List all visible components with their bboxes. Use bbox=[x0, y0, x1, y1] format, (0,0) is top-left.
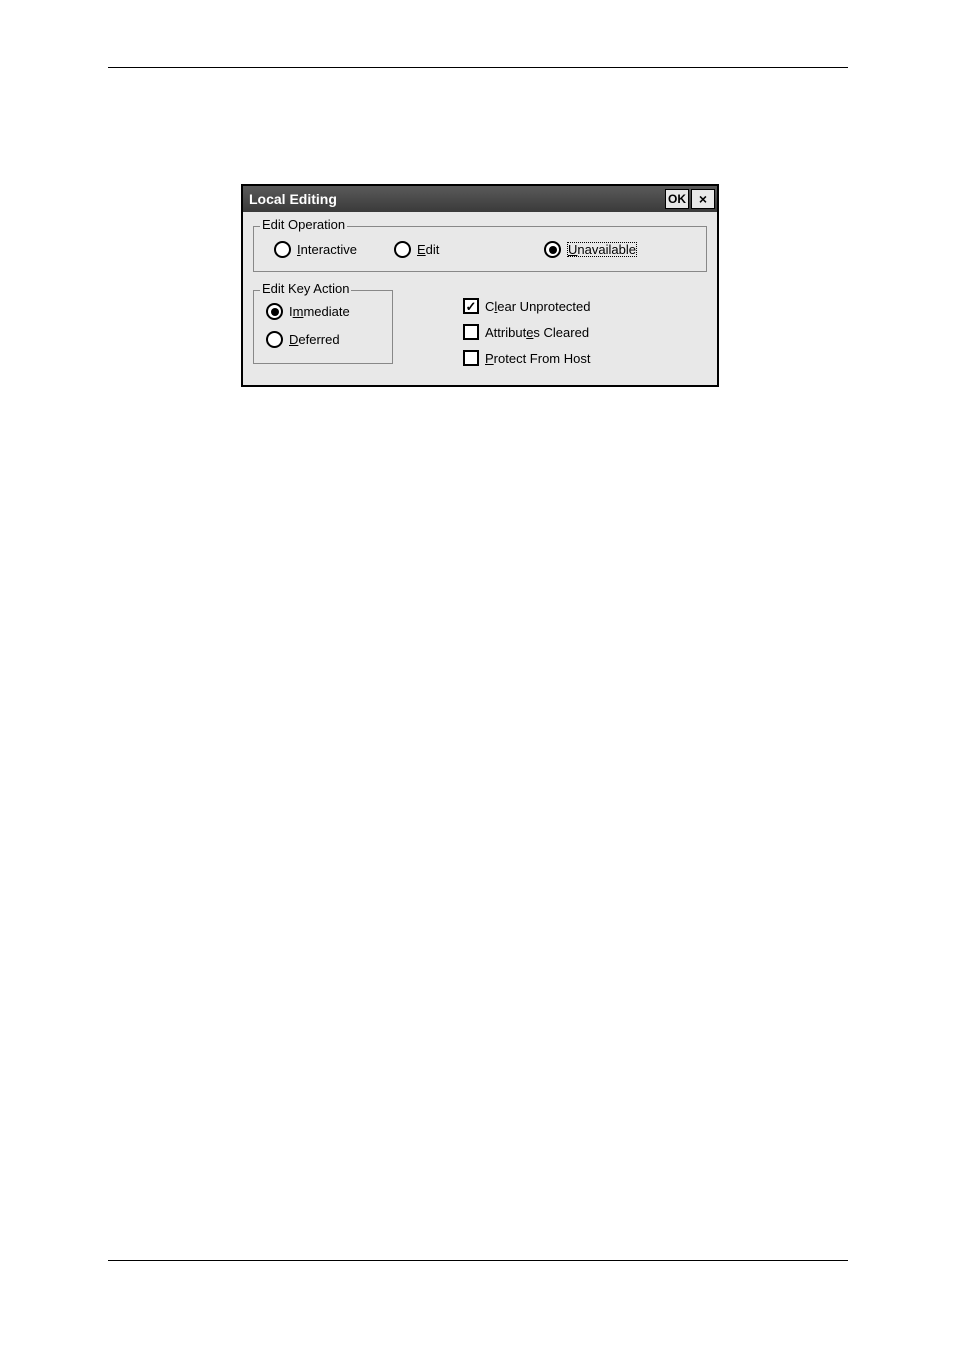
radio-interactive[interactable]: Interactive bbox=[274, 241, 357, 258]
radio-label: Deferred bbox=[289, 332, 340, 347]
radio-label: Interactive bbox=[297, 242, 357, 257]
close-button[interactable]: × bbox=[691, 189, 715, 209]
radio-icon bbox=[394, 241, 411, 258]
checkbox-attributes-cleared[interactable]: Attributes Cleared bbox=[463, 324, 589, 340]
radio-label: Edit bbox=[417, 242, 439, 257]
checkbox-icon bbox=[463, 350, 479, 366]
radio-icon bbox=[544, 241, 561, 258]
checkbox-label: Protect From Host bbox=[485, 351, 590, 366]
radio-unavailable[interactable]: Unavailable bbox=[544, 241, 637, 258]
edit-operation-group: Edit Operation Interactive Edit Unavaila… bbox=[253, 226, 707, 272]
radio-icon bbox=[274, 241, 291, 258]
radio-icon bbox=[266, 331, 283, 348]
edit-key-action-group: Edit Key Action Immediate Deferred bbox=[253, 290, 393, 364]
radio-icon bbox=[266, 303, 283, 320]
checkbox-clear-unprotected[interactable]: ✓ Clear Unprotected bbox=[463, 298, 591, 314]
radio-label: Unavailable bbox=[567, 242, 637, 257]
radio-immediate[interactable]: Immediate bbox=[266, 303, 350, 320]
checkbox-icon bbox=[463, 324, 479, 340]
ok-button[interactable]: OK bbox=[665, 189, 689, 209]
radio-deferred[interactable]: Deferred bbox=[266, 331, 340, 348]
checkbox-label: Clear Unprotected bbox=[485, 299, 591, 314]
radio-edit[interactable]: Edit bbox=[394, 241, 439, 258]
titlebar: Local Editing OK × bbox=[243, 186, 717, 212]
dialog-body: Edit Operation Interactive Edit Unavaila… bbox=[243, 212, 717, 385]
radio-label: Immediate bbox=[289, 304, 350, 319]
checkbox-protect-from-host[interactable]: Protect From Host bbox=[463, 350, 590, 366]
dialog-title: Local Editing bbox=[249, 191, 337, 207]
checkbox-label: Attributes Cleared bbox=[485, 325, 589, 340]
page-bottom-rule bbox=[108, 1260, 848, 1261]
edit-key-action-legend: Edit Key Action bbox=[260, 281, 351, 296]
page-top-rule bbox=[108, 67, 848, 68]
edit-operation-legend: Edit Operation bbox=[260, 217, 347, 232]
checkbox-icon: ✓ bbox=[463, 298, 479, 314]
local-editing-dialog: Local Editing OK × Edit Operation Intera… bbox=[241, 184, 719, 387]
titlebar-buttons: OK × bbox=[665, 189, 715, 209]
